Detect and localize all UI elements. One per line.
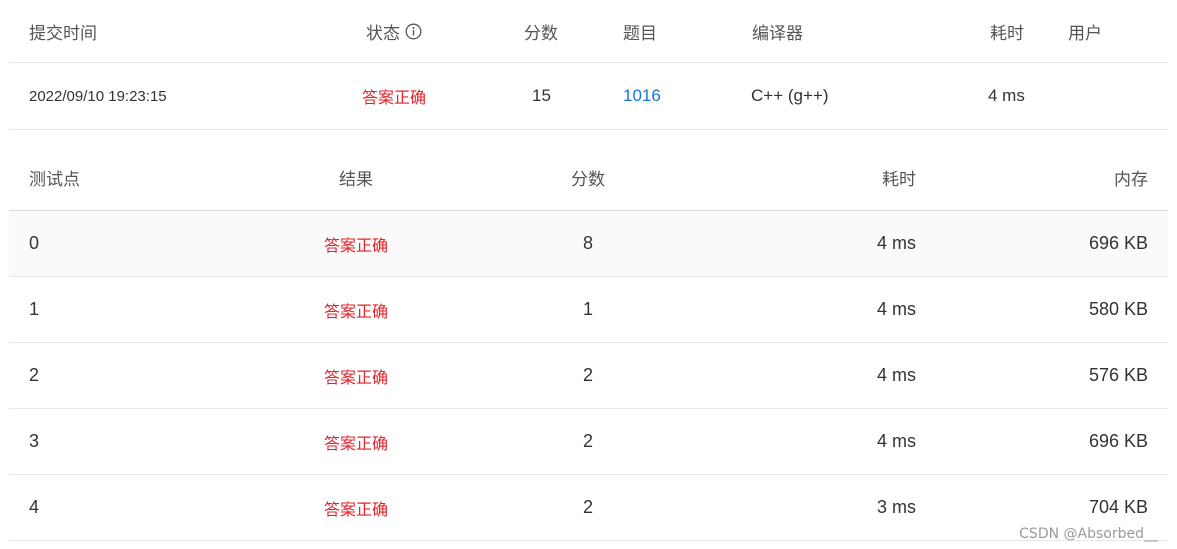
header-case: 测试点 <box>29 169 80 189</box>
case-memory: 580 KB <box>1088 299 1148 319</box>
case-time: 4 ms <box>876 299 916 319</box>
header-problem: 题目 <box>623 23 657 43</box>
header-score: 分数 <box>524 23 558 43</box>
result-badge: 答案正确 <box>323 303 388 321</box>
table-row: 4 答案正确 2 3 ms 704 KB <box>9 475 1168 541</box>
cases-header-row: 测试点 结果 分数 耗时 内存 <box>9 144 1168 211</box>
case-id: 3 <box>29 431 40 451</box>
submission-summary-table: 提交时间 状态 分数 题目 编译器 耗时 用户 2022/09/10 19:23… <box>9 0 1168 130</box>
test-case-table: 测试点 结果 分数 耗时 内存 0 答案正确 8 4 ms 696 KB 1 答… <box>9 144 1168 541</box>
problem-link[interactable]: 1016 <box>623 63 661 129</box>
case-id: 0 <box>29 233 40 253</box>
table-row: 3 答案正确 2 4 ms 696 KB <box>9 409 1168 475</box>
summary-row: 2022/09/10 19:23:15 答案正确 15 1016 C++ (g+… <box>9 63 1168 130</box>
case-score: 2 <box>582 431 593 451</box>
status-badge: 答案正确 <box>362 90 427 107</box>
header-memory: 内存 <box>1114 169 1148 189</box>
header-result: 结果 <box>339 169 373 189</box>
header-time-used: 耗时 <box>990 23 1024 43</box>
header-case-score: 分数 <box>571 169 605 189</box>
table-row: 0 答案正确 8 4 ms 696 KB <box>9 211 1168 277</box>
table-row: 2 答案正确 2 4 ms 576 KB <box>9 343 1168 409</box>
result-badge: 答案正确 <box>323 237 388 255</box>
case-time: 4 ms <box>876 365 916 385</box>
info-circle-icon[interactable] <box>405 23 422 40</box>
case-id: 2 <box>29 365 40 385</box>
score-value: 15 <box>532 86 551 105</box>
case-id: 4 <box>29 497 40 517</box>
result-badge: 答案正确 <box>323 369 388 387</box>
table-row: 1 答案正确 1 4 ms 580 KB <box>9 277 1168 343</box>
time-used-value: 4 ms <box>988 86 1025 105</box>
submit-time-value: 2022/09/10 19:23:15 <box>29 87 167 105</box>
summary-header-row: 提交时间 状态 分数 题目 编译器 耗时 用户 <box>9 0 1168 63</box>
header-status: 状态 <box>366 23 400 43</box>
case-score: 2 <box>582 365 593 385</box>
header-submit-time: 提交时间 <box>29 23 97 43</box>
case-memory: 576 KB <box>1088 365 1148 385</box>
header-compiler: 编译器 <box>752 23 803 43</box>
compiler-value: C++ (g++) <box>751 86 829 105</box>
case-score: 8 <box>582 233 593 253</box>
watermark: CSDN @Absorbed__ <box>1019 526 1158 542</box>
case-time: 4 ms <box>876 431 916 451</box>
header-user: 用户 <box>1068 23 1102 43</box>
case-score: 1 <box>582 299 593 319</box>
case-score: 2 <box>582 497 593 517</box>
result-badge: 答案正确 <box>323 501 388 519</box>
header-status-cell: 状态 <box>366 0 422 62</box>
case-memory: 696 KB <box>1088 233 1148 253</box>
result-badge: 答案正确 <box>323 435 388 453</box>
case-id: 1 <box>29 299 40 319</box>
header-case-time: 耗时 <box>882 169 916 189</box>
case-time: 4 ms <box>876 233 916 253</box>
case-memory: 696 KB <box>1088 431 1148 451</box>
case-time: 3 ms <box>876 497 916 517</box>
